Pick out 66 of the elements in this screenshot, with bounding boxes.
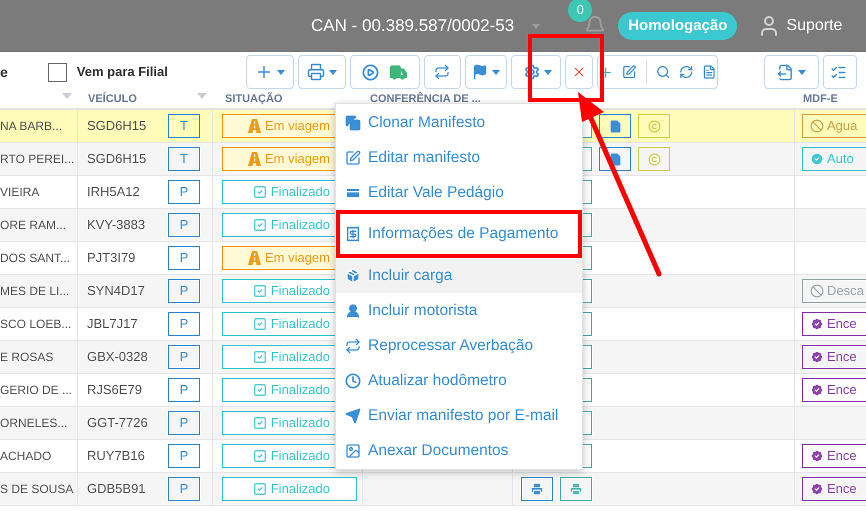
table-cell-text: MES DE LI... [0,283,70,300]
table-cell-text: VIEIRA [0,184,40,201]
type-badge: P [168,411,200,435]
environment-badge: Homologação [618,12,738,40]
filter-label: Vem para Filial [76,63,168,82]
table-cell-text: ORE RAM... [0,217,66,234]
filter-label: e [0,62,8,82]
menu-item[interactable]: Editar manifesto [336,140,582,175]
menu-item[interactable]: Atualizar hodômetro [336,363,582,398]
company-name: CAN - 00.389.587/0002-53 [311,15,514,38]
mdfe-badge: Desca [802,279,866,303]
menu-item[interactable]: Enviar manifesto por E-mail [336,398,582,433]
table-cell-text: RJS6E79 [87,381,142,400]
type-badge: P [168,180,200,204]
column-header[interactable]: SITUAÇÃO [213,93,362,105]
status-badge: Finalizado [222,477,357,501]
table-cell-text: GDB5B91 [87,480,146,498]
menu-item[interactable]: Reprocessar Averbação [336,328,582,363]
menu-item[interactable]: Editar Vale Pedágio [336,175,582,210]
table-cell-text: DOS SANT... [0,250,70,267]
table-cell-text: IRH5A12 [87,183,140,202]
table-cell-text: SYN4D17 [87,282,145,300]
table-cell-text: GGT-7726 [87,414,148,432]
table-cell-text: SGD6H15 [87,150,146,168]
table-cell-text: ACHADO [0,448,52,465]
type-badge: T [168,114,200,138]
type-badge: P [168,345,200,369]
type-badge: P [168,378,200,402]
table-cell-text: JBL7J17 [87,315,138,334]
menu-item[interactable]: Informações de Pagamento [336,210,582,258]
mdfe-badge: Auto [802,147,866,171]
column-header[interactable]: VEÍCULO [78,93,158,105]
column-header[interactable]: MDF-E [795,93,866,105]
type-badge: T [168,147,200,171]
menu-item[interactable]: Incluir motorista [336,293,582,328]
column-header[interactable]: CONFERÊNCIA DE ... [362,93,512,105]
table-cell-text: PJT3I79 [87,249,136,268]
table-cell-text: E ROSAS [0,349,54,366]
mdfe-badge: Ence [802,345,866,369]
table-cell-text: NA BARB... [0,118,62,135]
table-cell-text: GBX-0328 [87,348,148,366]
table-cell-text: SGD6H15 [87,117,146,136]
type-badge: P [168,279,200,303]
mdfe-badge: Ence [802,444,866,468]
type-badge: P [168,312,200,336]
table-cell-text: SCO LOEB... [0,316,72,333]
table-cell-text: S DE SOUSA [0,481,74,498]
mdfe-badge: Ence [802,378,866,402]
menu-item[interactable]: Incluir carga [336,258,582,293]
user-name[interactable]: Suporte [786,14,842,38]
mdfe-badge: Ence [802,312,866,336]
table-cell-text: RUY7B16 [87,447,145,466]
type-badge: P [168,213,200,237]
table-cell-text: RTO PEREI... [0,151,74,168]
mdfe-badge: Agua [802,114,866,138]
table-cell-text: GERIO DE ... [0,382,72,399]
table-cell-text: KVY-3883 [87,216,146,234]
table-row[interactable]: S DE SOUSA GDB5B91 P Finalizado Ence [0,473,866,506]
notification-badge: 0 [568,0,592,22]
type-badge: P [168,246,200,270]
menu-item[interactable]: Clonar Manifesto [336,105,582,140]
table-cell-text: ORNELES... [0,415,68,432]
type-badge: P [168,477,200,501]
type-badge: P [168,444,200,468]
menu-item[interactable]: Anexar Documentos [336,433,582,468]
mdfe-badge: Ence [802,477,866,501]
